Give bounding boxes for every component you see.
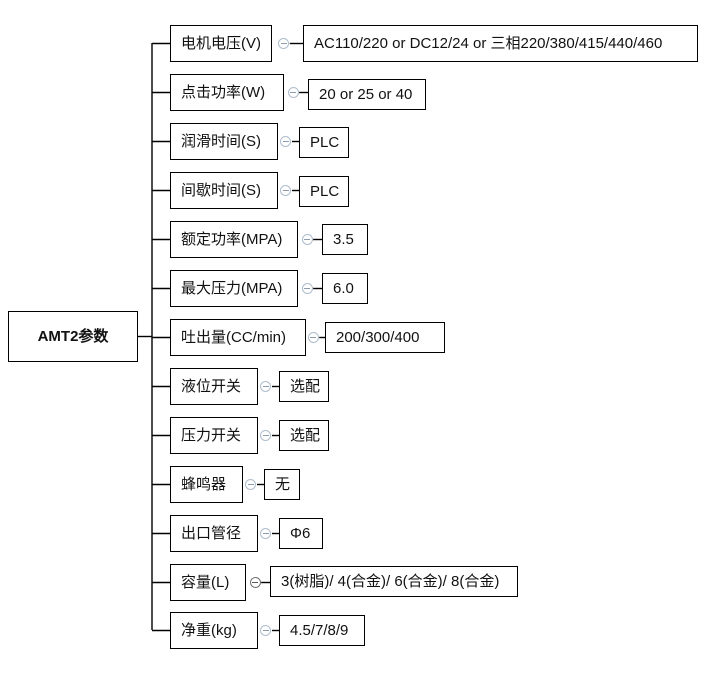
value-node[interactable]: 选配	[279, 371, 329, 402]
collapse-minus-circle-icon[interactable]	[280, 136, 292, 147]
value-node-label: 20 or 25 or 40	[319, 86, 413, 103]
param-node-label: 出口管径	[181, 525, 242, 542]
param-node[interactable]: 点击功率(W)	[170, 74, 284, 111]
value-node[interactable]: 3.5	[322, 224, 368, 255]
param-node[interactable]: 液位开关	[170, 368, 258, 405]
value-node-label: 6.0	[333, 280, 354, 297]
value-node[interactable]: PLC	[299, 176, 349, 207]
param-node-label: 蜂鸣器	[181, 476, 227, 493]
value-node[interactable]: 20 or 25 or 40	[308, 79, 426, 110]
param-node[interactable]: 额定功率(MPA)	[170, 221, 298, 258]
param-node-label: 吐出量(CC/min)	[181, 329, 286, 346]
value-node-label: Φ6	[290, 525, 311, 542]
value-node[interactable]: 4.5/7/8/9	[279, 615, 365, 646]
value-node-label: 4.5/7/8/9	[290, 622, 349, 639]
value-node[interactable]: 3(树脂)/ 4(合金)/ 6(合金)/ 8(合金)	[270, 566, 518, 597]
collapse-minus-circle-icon[interactable]	[249, 577, 261, 588]
value-node-label: 无	[275, 476, 291, 493]
param-node[interactable]: 容量(L)	[170, 564, 246, 601]
collapse-minus-circle-icon[interactable]	[260, 625, 272, 636]
param-node[interactable]: 出口管径	[170, 515, 258, 552]
param-node[interactable]: 润滑时间(S)	[170, 123, 278, 160]
value-node[interactable]: PLC	[299, 127, 349, 158]
collapse-minus-circle-icon[interactable]	[260, 528, 272, 539]
value-node[interactable]: 6.0	[322, 273, 368, 304]
param-node-label: 容量(L)	[181, 574, 230, 591]
value-node-label: 3(树脂)/ 4(合金)/ 6(合金)/ 8(合金)	[281, 573, 500, 590]
value-node-label: PLC	[310, 183, 340, 200]
value-node-label: AC110/220 or DC12/24 or 三相220/380/415/44…	[314, 35, 663, 52]
param-node[interactable]: 蜂鸣器	[170, 466, 243, 503]
value-node-label: 选配	[290, 427, 321, 444]
value-node[interactable]: AC110/220 or DC12/24 or 三相220/380/415/44…	[303, 25, 698, 62]
param-node-label: 最大压力(MPA)	[181, 280, 283, 297]
param-node[interactable]: 电机电压(V)	[170, 25, 272, 62]
mindmap-diagram: AMT2参数 电机电压(V) AC110/220 or DC12/24 or 三相2…	[0, 0, 706, 681]
param-node[interactable]: 最大压力(MPA)	[170, 270, 298, 307]
collapse-minus-circle-icon[interactable]	[260, 430, 272, 441]
collapse-minus-circle-icon[interactable]	[307, 332, 319, 343]
param-node-label: 点击功率(W)	[181, 84, 266, 101]
param-node[interactable]: 间歇时间(S)	[170, 172, 278, 209]
collapse-minus-circle-icon[interactable]	[287, 87, 299, 98]
collapse-minus-circle-icon[interactable]	[245, 479, 257, 490]
root-node-label: AMT2参数	[37, 328, 109, 345]
root-node[interactable]: AMT2参数	[8, 311, 138, 362]
value-node-label: 200/300/400	[336, 329, 420, 346]
param-node-label: 液位开关	[181, 378, 242, 395]
collapse-minus-circle-icon[interactable]	[301, 283, 313, 294]
collapse-minus-circle-icon[interactable]	[301, 234, 313, 245]
param-node-label: 润滑时间(S)	[181, 133, 261, 150]
param-node[interactable]: 吐出量(CC/min)	[170, 319, 306, 356]
collapse-minus-circle-icon[interactable]	[260, 381, 272, 392]
value-node-label: PLC	[310, 134, 340, 151]
collapse-minus-circle-icon[interactable]	[278, 38, 290, 49]
param-node[interactable]: 净重(kg)	[170, 612, 258, 649]
param-node[interactable]: 压力开关	[170, 417, 258, 454]
collapse-minus-circle-icon[interactable]	[280, 185, 292, 196]
value-node[interactable]: 200/300/400	[325, 322, 445, 353]
value-node[interactable]: 选配	[279, 420, 329, 451]
param-node-label: 压力开关	[181, 427, 242, 444]
value-node[interactable]: Φ6	[279, 518, 323, 549]
param-node-label: 净重(kg)	[181, 622, 237, 639]
value-node[interactable]: 无	[264, 469, 300, 500]
param-node-label: 额定功率(MPA)	[181, 231, 283, 248]
param-node-label: 电机电压(V)	[181, 35, 261, 52]
value-node-label: 选配	[290, 378, 321, 395]
value-node-label: 3.5	[333, 231, 354, 248]
param-node-label: 间歇时间(S)	[181, 182, 261, 199]
